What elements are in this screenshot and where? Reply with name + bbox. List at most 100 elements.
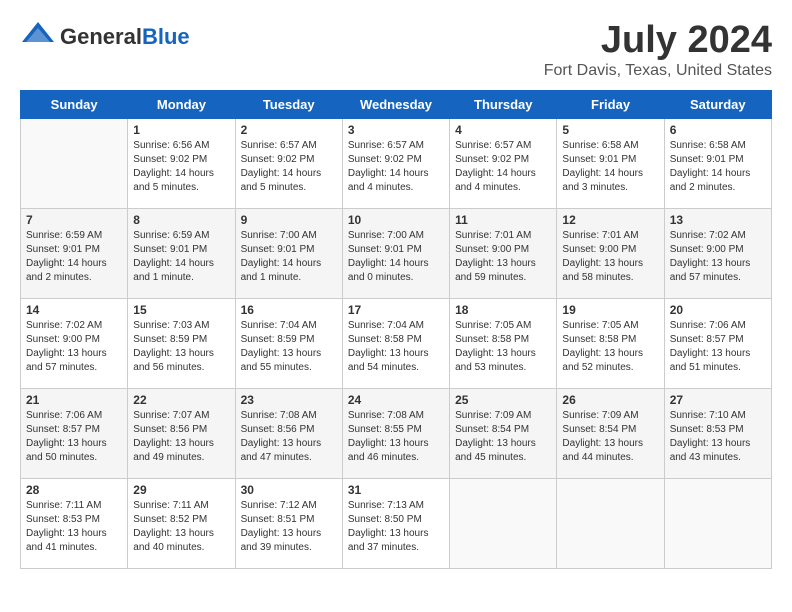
cell-info: Sunrise: 7:03 AM Sunset: 8:59 PM Dayligh… [133, 319, 229, 375]
week-row-1: 1 Sunrise: 6:56 AM Sunset: 9:02 PM Daylig… [21, 118, 772, 208]
day-number: 28 [26, 483, 122, 497]
day-number: 6 [670, 123, 766, 137]
calendar-cell: 26 Sunrise: 7:09 AM Sunset: 8:54 PM Dayli… [557, 388, 664, 478]
cell-info: Sunrise: 7:00 AM Sunset: 9:01 PM Dayligh… [241, 229, 337, 285]
cell-info: Sunrise: 7:08 AM Sunset: 8:55 PM Dayligh… [348, 409, 444, 465]
logo-icon [20, 20, 56, 53]
cell-info: Sunrise: 7:01 AM Sunset: 9:00 PM Dayligh… [562, 229, 658, 285]
col-header-thursday: Thursday [450, 90, 557, 118]
day-number: 1 [133, 123, 229, 137]
cell-info: Sunrise: 7:09 AM Sunset: 8:54 PM Dayligh… [562, 409, 658, 465]
calendar-cell: 19 Sunrise: 7:05 AM Sunset: 8:58 PM Dayli… [557, 298, 664, 388]
calendar-cell: 30Sunrise: 7:12 AM Sunset: 8:51 PM Dayli… [235, 478, 342, 568]
calendar-cell: 15 Sunrise: 7:03 AM Sunset: 8:59 PM Dayli… [128, 298, 235, 388]
cell-info: Sunrise: 6:57 AM Sunset: 9:02 PM Dayligh… [455, 139, 551, 195]
calendar-cell: 6 Sunrise: 6:58 AM Sunset: 9:01 PM Daylig… [664, 118, 771, 208]
calendar-cell: 8Sunrise: 6:59 AM Sunset: 9:01 PM Daylig… [128, 208, 235, 298]
calendar-cell: 9 Sunrise: 7:00 AM Sunset: 9:01 PM Daylig… [235, 208, 342, 298]
calendar-cell: 28 Sunrise: 7:11 AM Sunset: 8:53 PM Dayli… [21, 478, 128, 568]
header: GeneralBlue July 2024 Fort Davis, Texas,… [20, 20, 772, 80]
calendar-cell: 24 Sunrise: 7:08 AM Sunset: 8:55 PM Dayli… [342, 388, 449, 478]
col-header-wednesday: Wednesday [342, 90, 449, 118]
day-number: 18 [455, 303, 551, 317]
calendar-cell: 12 Sunrise: 7:01 AM Sunset: 9:00 PM Dayli… [557, 208, 664, 298]
calendar-cell: 16Sunrise: 7:04 AM Sunset: 8:59 PM Dayli… [235, 298, 342, 388]
logo-general-text: General [60, 24, 142, 49]
cell-info: Sunrise: 6:58 AM Sunset: 9:01 PM Dayligh… [670, 139, 766, 195]
day-number: 21 [26, 393, 122, 407]
week-row-3: 14 Sunrise: 7:02 AM Sunset: 9:00 PM Dayli… [21, 298, 772, 388]
calendar-cell: 1 Sunrise: 6:56 AM Sunset: 9:02 PM Daylig… [128, 118, 235, 208]
calendar-cell: 2 Sunrise: 6:57 AM Sunset: 9:02 PM Daylig… [235, 118, 342, 208]
cell-info: Sunrise: 6:57 AM Sunset: 9:02 PM Dayligh… [348, 139, 444, 195]
week-row-5: 28 Sunrise: 7:11 AM Sunset: 8:53 PM Dayli… [21, 478, 772, 568]
day-number: 12 [562, 213, 658, 227]
calendar-cell [557, 478, 664, 568]
calendar-cell: 10Sunrise: 7:00 AM Sunset: 9:01 PM Dayli… [342, 208, 449, 298]
day-number: 17 [348, 303, 444, 317]
cell-info: Sunrise: 7:10 AM Sunset: 8:53 PM Dayligh… [670, 409, 766, 465]
cell-info: Sunrise: 7:06 AM Sunset: 8:57 PM Dayligh… [670, 319, 766, 375]
calendar-cell: 4 Sunrise: 6:57 AM Sunset: 9:02 PM Daylig… [450, 118, 557, 208]
calendar-cell: 3 Sunrise: 6:57 AM Sunset: 9:02 PM Daylig… [342, 118, 449, 208]
day-number: 2 [241, 123, 337, 137]
month-year: July 2024 [544, 20, 772, 62]
day-number: 31 [348, 483, 444, 497]
col-header-monday: Monday [128, 90, 235, 118]
calendar-header-row: SundayMondayTuesdayWednesdayThursdayFrid… [21, 90, 772, 118]
calendar-cell: 29Sunrise: 7:11 AM Sunset: 8:52 PM Dayli… [128, 478, 235, 568]
week-row-4: 21 Sunrise: 7:06 AM Sunset: 8:57 PM Dayli… [21, 388, 772, 478]
day-number: 20 [670, 303, 766, 317]
day-number: 16 [241, 303, 337, 317]
cell-info: Sunrise: 7:05 AM Sunset: 8:58 PM Dayligh… [455, 319, 551, 375]
day-number: 8 [133, 213, 229, 227]
col-header-tuesday: Tuesday [235, 90, 342, 118]
day-number: 7 [26, 213, 122, 227]
cell-info: Sunrise: 7:11 AM Sunset: 8:52 PM Dayligh… [133, 499, 229, 555]
calendar-cell: 5 Sunrise: 6:58 AM Sunset: 9:01 PM Daylig… [557, 118, 664, 208]
cell-info: Sunrise: 6:59 AM Sunset: 9:01 PM Dayligh… [26, 229, 122, 285]
cell-info: Sunrise: 7:04 AM Sunset: 8:58 PM Dayligh… [348, 319, 444, 375]
calendar-cell: 7 Sunrise: 6:59 AM Sunset: 9:01 PM Daylig… [21, 208, 128, 298]
day-number: 5 [562, 123, 658, 137]
calendar-cell: 22 Sunrise: 7:07 AM Sunset: 8:56 PM Dayli… [128, 388, 235, 478]
day-number: 27 [670, 393, 766, 407]
cell-info: Sunrise: 7:06 AM Sunset: 8:57 PM Dayligh… [26, 409, 122, 465]
calendar-cell: 25Sunrise: 7:09 AM Sunset: 8:54 PM Dayli… [450, 388, 557, 478]
day-number: 24 [348, 393, 444, 407]
day-number: 30 [241, 483, 337, 497]
calendar-cell [450, 478, 557, 568]
day-number: 10 [348, 213, 444, 227]
day-number: 3 [348, 123, 444, 137]
day-number: 13 [670, 213, 766, 227]
day-number: 19 [562, 303, 658, 317]
cell-info: Sunrise: 7:07 AM Sunset: 8:56 PM Dayligh… [133, 409, 229, 465]
cell-info: Sunrise: 6:56 AM Sunset: 9:02 PM Dayligh… [133, 139, 229, 195]
day-number: 9 [241, 213, 337, 227]
calendar-cell: 18 Sunrise: 7:05 AM Sunset: 8:58 PM Dayli… [450, 298, 557, 388]
calendar-cell: 20 Sunrise: 7:06 AM Sunset: 8:57 PM Dayli… [664, 298, 771, 388]
calendar-cell: 27 Sunrise: 7:10 AM Sunset: 8:53 PM Dayli… [664, 388, 771, 478]
right-header: July 2024 Fort Davis, Texas, United Stat… [544, 20, 772, 80]
calendar-cell [664, 478, 771, 568]
cell-info: Sunrise: 7:11 AM Sunset: 8:53 PM Dayligh… [26, 499, 122, 555]
calendar-cell: 11 Sunrise: 7:01 AM Sunset: 9:00 PM Dayli… [450, 208, 557, 298]
day-number: 22 [133, 393, 229, 407]
day-number: 4 [455, 123, 551, 137]
cell-info: Sunrise: 7:01 AM Sunset: 9:00 PM Dayligh… [455, 229, 551, 285]
calendar-cell: 23Sunrise: 7:08 AM Sunset: 8:56 PM Dayli… [235, 388, 342, 478]
cell-info: Sunrise: 7:02 AM Sunset: 9:00 PM Dayligh… [26, 319, 122, 375]
cell-info: Sunrise: 6:58 AM Sunset: 9:01 PM Dayligh… [562, 139, 658, 195]
day-number: 15 [133, 303, 229, 317]
day-number: 11 [455, 213, 551, 227]
location: Fort Davis, Texas, United States [544, 62, 772, 80]
col-header-sunday: Sunday [21, 90, 128, 118]
day-number: 26 [562, 393, 658, 407]
calendar-cell: 17 Sunrise: 7:04 AM Sunset: 8:58 PM Dayli… [342, 298, 449, 388]
logo-blue-text: Blue [142, 24, 190, 49]
day-number: 14 [26, 303, 122, 317]
cell-info: Sunrise: 6:57 AM Sunset: 9:02 PM Dayligh… [241, 139, 337, 195]
day-number: 25 [455, 393, 551, 407]
calendar-cell: 14 Sunrise: 7:02 AM Sunset: 9:00 PM Dayli… [21, 298, 128, 388]
cell-info: Sunrise: 7:05 AM Sunset: 8:58 PM Dayligh… [562, 319, 658, 375]
